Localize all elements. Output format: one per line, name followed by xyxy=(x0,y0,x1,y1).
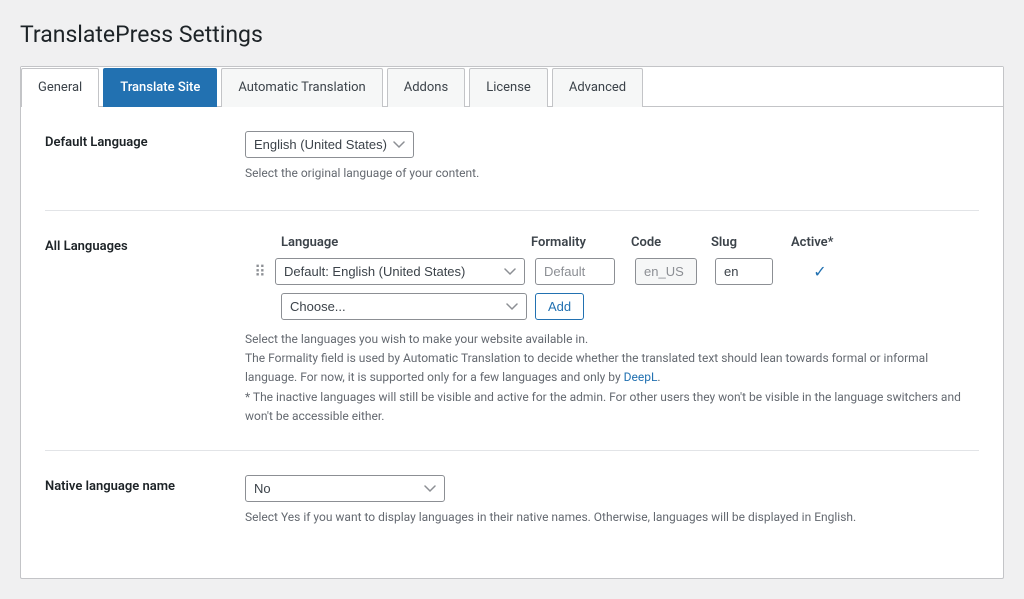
tab-license[interactable]: License xyxy=(469,68,548,107)
choose-language-wrap: Choose... xyxy=(281,293,527,320)
col-header-formality: Formality xyxy=(531,235,631,250)
slug-input-wrap xyxy=(715,258,785,285)
language-select[interactable]: Default: English (United States) xyxy=(275,258,525,285)
all-languages-section: All Languages Language Formality Code Sl… xyxy=(45,235,979,426)
col-header-code: Code xyxy=(631,235,711,250)
page-title: TranslatePress Settings xyxy=(20,20,1004,50)
all-languages-content: Language Formality Code Slug Active* ⠿ D… xyxy=(245,235,979,426)
tab-advanced[interactable]: Advanced xyxy=(552,68,643,107)
tab-addons[interactable]: Addons xyxy=(387,68,465,107)
col-header-language: Language xyxy=(281,235,531,250)
all-languages-label: All Languages xyxy=(45,235,245,254)
settings-content: Default Language English (United States)… xyxy=(21,107,1003,578)
col-header-active: Active* xyxy=(791,235,851,250)
default-language-label: Default Language xyxy=(45,131,245,150)
code-input xyxy=(635,258,697,285)
languages-hint-block: Select the languages you wish to make yo… xyxy=(245,330,979,426)
tab-general[interactable]: General xyxy=(21,68,99,107)
hint-line-3: * The inactive languages will still be v… xyxy=(245,390,961,423)
native-language-section: Native language name No Yes Select Yes i… xyxy=(45,475,979,526)
deepl-link[interactable]: DeepL xyxy=(624,370,658,384)
check-icon: ✓ xyxy=(813,262,826,281)
add-language-button[interactable]: Add xyxy=(535,293,584,320)
table-row: ⠿ Default: English (United States) xyxy=(245,258,979,285)
code-input-wrap xyxy=(635,258,705,285)
choose-language-select[interactable]: Choose... xyxy=(281,293,527,320)
add-language-row: Choose... Add xyxy=(281,293,979,320)
hint-line-2-prefix: The Formality field is used by Automatic… xyxy=(245,351,928,384)
native-language-label: Native language name xyxy=(45,475,245,494)
drag-handle-icon[interactable]: ⠿ xyxy=(245,262,275,281)
tab-automatic-translation[interactable]: Automatic Translation xyxy=(221,68,382,107)
default-language-content: English (United States) French German Sp… xyxy=(245,131,979,182)
native-language-select[interactable]: No Yes xyxy=(245,475,445,502)
divider-2 xyxy=(45,450,979,451)
native-language-content: No Yes Select Yes if you want to display… xyxy=(245,475,979,526)
tabs-bar: General Translate Site Automatic Transla… xyxy=(21,67,1003,107)
default-language-select[interactable]: English (United States) French German Sp… xyxy=(245,131,414,158)
default-language-hint: Select the original language of your con… xyxy=(245,164,979,182)
col-header-slug: Slug xyxy=(711,235,791,250)
hint-line-1: Select the languages you wish to make yo… xyxy=(245,332,588,346)
settings-card: General Translate Site Automatic Transla… xyxy=(20,66,1004,579)
slug-input[interactable] xyxy=(715,258,773,285)
language-select-wrap: Default: English (United States) xyxy=(275,258,525,285)
formality-input[interactable] xyxy=(535,258,615,285)
formality-input-wrap xyxy=(535,258,625,285)
divider-1 xyxy=(45,210,979,211)
tab-translate-site[interactable]: Translate Site xyxy=(103,68,217,107)
default-language-section: Default Language English (United States)… xyxy=(45,131,979,182)
active-checkmark: ✓ xyxy=(795,262,845,281)
languages-table-header: Language Formality Code Slug Active* xyxy=(245,235,979,250)
native-language-hint: Select Yes if you want to display langua… xyxy=(245,508,979,526)
